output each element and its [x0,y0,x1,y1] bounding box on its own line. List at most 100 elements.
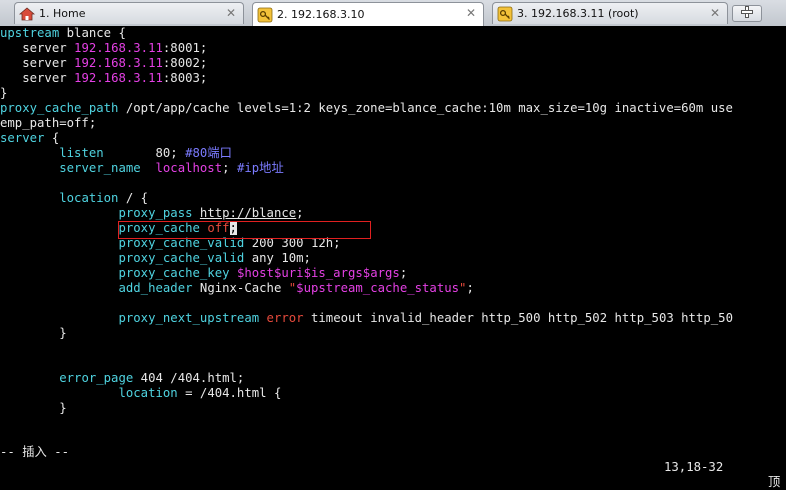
code-text: ; [296,206,304,220]
status-line: -- 插入 -- 13,18-32 顶 [0,430,786,489]
code-line: proxy_cache_path /opt/app/cache levels=1… [0,101,733,116]
home-icon [19,6,35,22]
code-value: localhost [155,161,223,175]
code-text: 404 /404.html; [133,371,245,385]
code-text: } [0,401,67,415]
key-icon [497,6,513,22]
code-line: add_header Nginx-Cache "$upstream_cache_… [0,281,474,296]
code-line: proxy_next_upstream error timeout invali… [0,311,733,326]
tab-home[interactable]: 1. Home ✕ [14,2,244,24]
code-text: server [0,71,75,85]
code-line: location / { [0,191,148,206]
code-keyword: proxy_cache_key [118,266,230,280]
code-url: http://blance [199,206,297,220]
code-text: ; [399,266,408,280]
tab-label: 2. 192.168.3.10 [277,8,365,21]
code-line: upstream blance { [0,26,126,41]
code-keyword: proxy_next_upstream [118,311,260,325]
code-ip: 192.168.3.11 [74,56,163,70]
code-comment: #ip地址 [236,161,284,175]
key-icon [257,7,273,23]
code-text: :8003; [162,71,208,85]
code-keyword: proxy_pass [118,206,193,220]
code-text: :8002; [162,56,208,70]
scroll-indicator: 顶 [768,475,781,489]
tab-bar: 1. Home ✕ 2. 192.168.3.10 ✕ 3. 192.168.3… [0,0,786,27]
code-text: = /404.html { [177,386,282,400]
code-text: timeout invalid_header http_500 http_502… [303,311,733,325]
code-text: any 10m; [244,251,311,265]
tab-label: 1. Home [39,7,86,20]
code-text: Nginx-Cache [192,281,289,295]
code-line: } [0,401,67,416]
code-text: } [0,86,8,100]
close-icon[interactable]: ✕ [709,7,721,19]
code-line: emp_path=off; [0,116,96,131]
mode-indicator: -- 插入 -- [0,445,70,459]
code-keyword: location [59,191,119,205]
new-tab-button[interactable] [732,5,762,22]
code-line: error_page 404 /404.html; [0,371,244,386]
code-text: ; [466,281,474,295]
tab-label: 3. 192.168.3.11 (root) [517,7,639,20]
code-keyword: error_page [59,371,134,385]
code-line: } [0,86,7,101]
code-line: server 192.168.3.11:8003; [0,71,207,86]
code-text: / { [118,191,149,205]
code-line: proxy_pass http://blance; [0,206,304,221]
tab-session-2[interactable]: 2. 192.168.3.10 ✕ [252,2,484,26]
code-line: server_name localhost; #ip地址 [0,161,284,176]
code-value: error [266,311,304,325]
code-ip: 192.168.3.11 [74,71,163,85]
highlight-box [118,221,371,239]
cursor-position: 13,18-32 [664,460,724,474]
plus-icon [740,4,754,23]
code-text: :8001; [162,41,208,55]
code-line: listen 80; #80端口 [0,146,232,161]
code-line: proxy_cache_valid any 10m; [0,251,311,266]
code-text: { [44,131,60,145]
close-icon[interactable]: ✕ [465,7,477,19]
code-text: emp_path=off; [0,116,97,130]
code-text: } [0,326,67,340]
code-text: ; [222,161,237,175]
code-line: location = /404.html { [0,386,281,401]
code-variable: $upstream_cache_status [296,281,460,295]
code-keyword: proxy_cache_path [0,101,119,115]
close-icon[interactable]: ✕ [225,7,237,19]
code-line: } [0,326,67,341]
code-ip: 192.168.3.11 [74,41,163,55]
code-text: /opt/app/cache levels=1:2 keys_zone=blan… [118,101,733,115]
code-text: blance { [59,26,126,40]
code-line: proxy_cache_key $host$uri$is_args$args; [0,266,407,281]
code-keyword: listen [59,146,104,160]
code-keyword: proxy_cache_valid [118,251,245,265]
code-line: server { [0,131,59,146]
code-text: 80; [103,146,186,160]
code-keyword: server [0,131,45,145]
tab-session-3[interactable]: 3. 192.168.3.11 (root) ✕ [492,2,728,24]
code-keyword: location [118,386,178,400]
code-comment: #80端口 [185,146,232,160]
code-keyword: server_name [59,161,141,175]
code-text: server [0,41,75,55]
code-line: server 192.168.3.11:8002; [0,56,207,71]
code-line: server 192.168.3.11:8001; [0,41,207,56]
code-keyword: upstream [0,26,60,40]
code-keyword: add_header [118,281,193,295]
